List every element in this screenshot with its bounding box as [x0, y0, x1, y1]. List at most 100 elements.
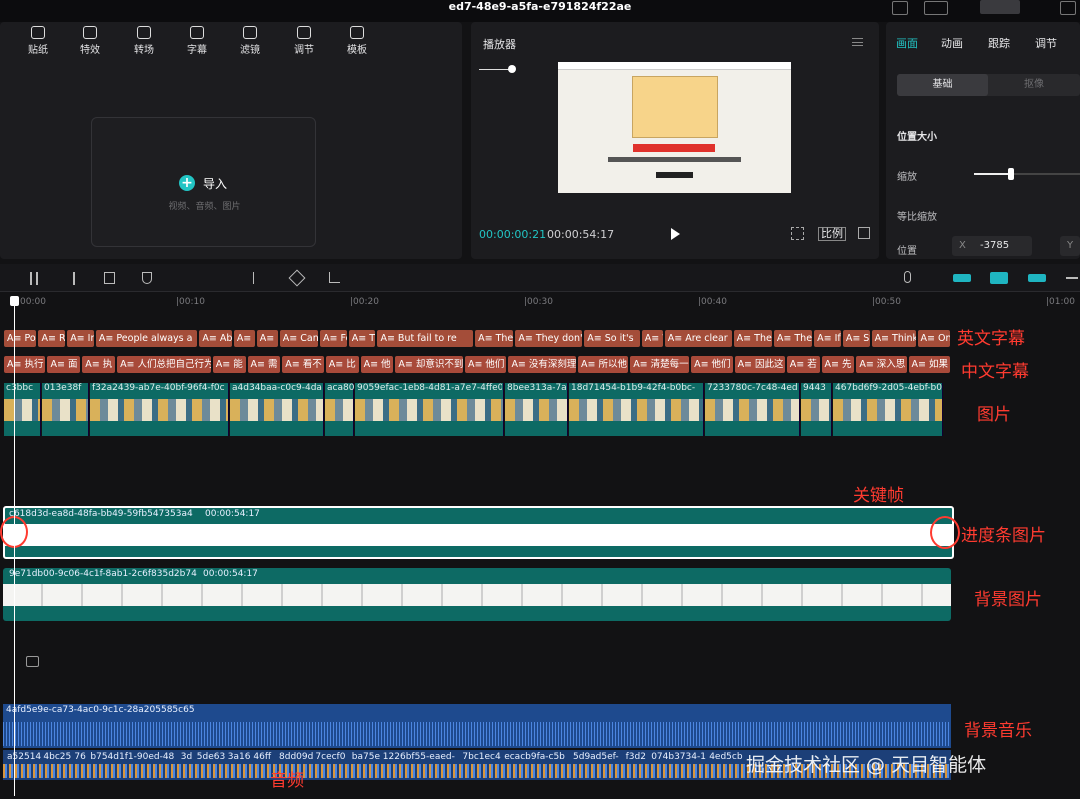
- toolbar-item-5[interactable]: 调节: [284, 26, 324, 56]
- toolbar-item-0[interactable]: 贴纸: [18, 26, 58, 56]
- inspector-tab-0[interactable]: 画面: [896, 35, 918, 51]
- mic-icon[interactable]: [904, 271, 911, 283]
- layout-icon[interactable]: [924, 1, 948, 15]
- fullscreen-icon[interactable]: [858, 227, 870, 239]
- scale-slider[interactable]: [974, 168, 1080, 180]
- english-subtitle-clip[interactable]: A≡ They: [475, 330, 514, 347]
- crop-icon[interactable]: [329, 272, 340, 283]
- import-area[interactable]: + 导入 视频、音频、图片: [91, 117, 316, 247]
- chinese-subtitle-clip[interactable]: A≡ 看不: [282, 356, 324, 373]
- english-subtitle-clip[interactable]: A≡ They don': [515, 330, 583, 347]
- zoom-slider[interactable]: [479, 65, 516, 73]
- marker-icon[interactable]: [142, 272, 152, 284]
- vip-badge[interactable]: [980, 0, 1020, 14]
- english-subtitle-clip[interactable]: A≡ If: [814, 330, 841, 347]
- english-subtitle-clip[interactable]: A≡ They: [733, 330, 772, 347]
- split-icon[interactable]: [30, 272, 38, 285]
- chinese-subtitle-clip[interactable]: A≡ 需: [247, 356, 281, 373]
- mirror-icon[interactable]: [253, 272, 267, 284]
- chinese-subtitle-clip[interactable]: A≡ 清楚每一: [630, 356, 690, 373]
- fullscreen-crop-icon[interactable]: [791, 227, 804, 240]
- subtab-basic[interactable]: 基础: [897, 74, 988, 96]
- inspector-tab-1[interactable]: 动画: [941, 35, 963, 51]
- english-subtitle-clip[interactable]: A≡ Ther: [773, 330, 813, 347]
- playhead[interactable]: [14, 296, 15, 796]
- english-subtitle-clip[interactable]: A≡ Th: [348, 330, 376, 347]
- chinese-subtitle-clip[interactable]: A≡ 因此这: [734, 356, 785, 373]
- chinese-subtitle-clip[interactable]: A≡ 却意识不到: [395, 356, 463, 373]
- toolbar-item-6[interactable]: 模板: [337, 26, 377, 56]
- image-clip[interactable]: a4d34baa-c0c9-4da: [230, 383, 324, 436]
- chinese-subtitle-clip[interactable]: A≡ 他们: [691, 356, 733, 373]
- chinese-subtitle-clip[interactable]: A≡ 能: [212, 356, 246, 373]
- scale-slider-handle[interactable]: [1008, 168, 1015, 180]
- chinese-subtitle-clip[interactable]: A≡ 所以他: [578, 356, 629, 373]
- english-subtitle-clip[interactable]: A≡ St: [842, 330, 870, 347]
- toolbar-item-3[interactable]: 字幕: [177, 26, 217, 56]
- toolbar-item-4[interactable]: 滤镜: [230, 26, 270, 56]
- english-subtitle-clip[interactable]: A≡ So it's: [584, 330, 640, 347]
- chinese-subtitle-clip[interactable]: A≡ 比: [325, 356, 359, 373]
- link-toggle-1[interactable]: [953, 274, 971, 282]
- link-toggle-3[interactable]: [1028, 274, 1046, 282]
- toolbar-item-2[interactable]: 转场: [124, 26, 164, 56]
- english-subtitle-clip[interactable]: A≡ E: [256, 330, 278, 347]
- english-subtitle-clip[interactable]: A≡ Onl: [917, 330, 950, 347]
- chinese-subtitle-clip[interactable]: A≡ 他们: [464, 356, 507, 373]
- image-clip[interactable]: aca80: [325, 383, 354, 436]
- chinese-subtitle-clip[interactable]: A≡ 没有深刻理: [508, 356, 576, 373]
- timeline-ruler[interactable]: 00:00 |00:10 |00:20 |00:30 |00:40 |00:50 |01:0…: [0, 296, 1080, 310]
- image-clip[interactable]: 7233780c-7c48-4ed: [705, 383, 800, 436]
- english-subtitle-clip[interactable]: A≡ E: [233, 330, 255, 347]
- progress-image-clip[interactable]: c618d3d-ea8d-48fa-bb49-59fb547353a4 00:0…: [3, 506, 954, 559]
- english-subtitle-clip[interactable]: A≡ In: [67, 330, 94, 347]
- english-subtitle-clip[interactable]: A≡ But fail to re: [377, 330, 474, 347]
- delete-icon[interactable]: [104, 272, 115, 284]
- english-subtitle-clip[interactable]: A≡ People always a: [95, 330, 198, 347]
- menu-icon[interactable]: [1060, 1, 1076, 15]
- ratio-button[interactable]: 比例: [818, 227, 846, 241]
- position-x-field[interactable]: X -3785: [952, 236, 1032, 256]
- image-clip[interactable]: 467bd6f9-2d05-4ebf-b0: [833, 383, 943, 436]
- chinese-subtitle-clip[interactable]: A≡ 先: [821, 356, 855, 373]
- background-music-clip[interactable]: 4afd5e9e-ca73-4ac0-9c1c-28a205585c65: [3, 704, 951, 748]
- shortcut-icon[interactable]: [892, 1, 908, 15]
- video-track-icon[interactable]: [26, 656, 39, 667]
- english-subtitle-clip[interactable]: A≡ Poc: [4, 330, 37, 347]
- background-image-clip[interactable]: 9e71db00-9c06-4c1f-8ab1-2c6f835d2b74 00:…: [3, 568, 951, 621]
- chinese-subtitle-clip[interactable]: A≡ 执行: [4, 356, 46, 373]
- image-clip[interactable]: f32a2439-ab7e-40bf-96f4-f0c: [90, 383, 229, 436]
- position-y-field[interactable]: Y: [1060, 236, 1080, 256]
- image-clip[interactable]: c3bbc: [4, 383, 41, 436]
- rotate-icon[interactable]: [288, 269, 306, 287]
- toolbar-item-1[interactable]: 特效: [70, 26, 110, 56]
- chinese-subtitle-clip[interactable]: A≡ 如果: [908, 356, 950, 373]
- play-icon[interactable]: [671, 228, 680, 240]
- chinese-subtitle-clip[interactable]: A≡ 深入思: [856, 356, 907, 373]
- link-toggle-2[interactable]: [990, 272, 1008, 284]
- inspector-tab-2[interactable]: 跟踪: [988, 35, 1010, 51]
- playhead-handle[interactable]: [10, 296, 19, 306]
- chinese-subtitle-clip[interactable]: A≡ 若: [786, 356, 820, 373]
- image-clip[interactable]: 9059efac-1eb8-4d81-a7e7-4ffe0: [355, 383, 504, 436]
- chinese-subtitle-clip[interactable]: A≡ 面: [47, 356, 81, 373]
- english-subtitle-clip[interactable]: A≡ W: [641, 330, 663, 347]
- zoom-out-icon[interactable]: [1066, 277, 1078, 279]
- inspector-tab-3[interactable]: 调节: [1035, 35, 1057, 51]
- x-value[interactable]: -3785: [980, 236, 1009, 256]
- image-clip[interactable]: 8bee313a-7a: [505, 383, 568, 436]
- english-subtitle-clip[interactable]: A≡ Fo: [320, 330, 347, 347]
- english-subtitle-clip[interactable]: A≡ Are clear: [664, 330, 732, 347]
- plus-icon[interactable]: +: [179, 175, 195, 191]
- keyframe-end-marker[interactable]: [930, 516, 960, 549]
- zoom-slider-handle[interactable]: [508, 65, 516, 73]
- chinese-subtitle-clip[interactable]: A≡ 人们总把自己行为: [117, 356, 211, 373]
- image-clip[interactable]: 18d71454-b1b9-42f4-b0bc-: [569, 383, 704, 436]
- image-clip[interactable]: 013e38f: [42, 383, 89, 436]
- english-subtitle-clip[interactable]: A≡ Cann: [279, 330, 318, 347]
- image-clip[interactable]: 9443: [801, 383, 832, 436]
- split-right-icon[interactable]: [67, 272, 75, 285]
- english-subtitle-clip[interactable]: A≡ Think: [871, 330, 916, 347]
- chinese-subtitle-clip[interactable]: A≡ 执: [82, 356, 116, 373]
- chinese-subtitle-clip[interactable]: A≡ 他: [360, 356, 394, 373]
